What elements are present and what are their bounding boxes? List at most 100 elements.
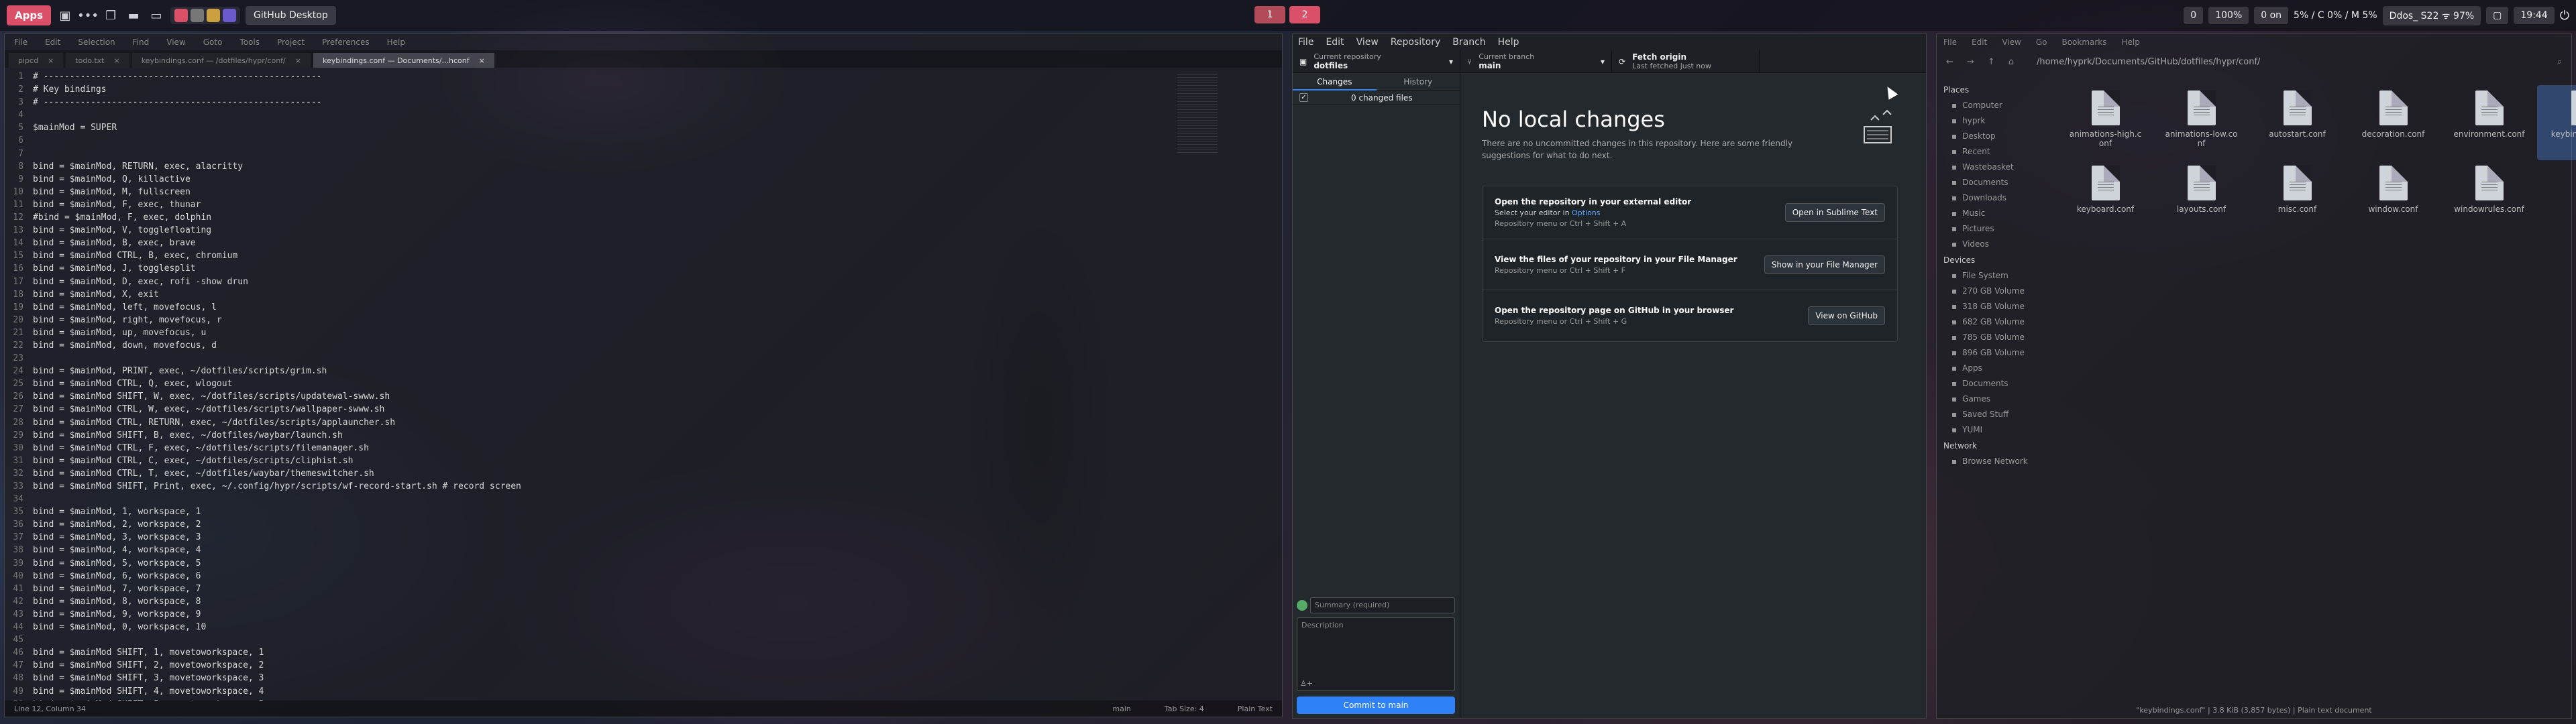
tab-todo[interactable]: todo.txt × [66,53,129,68]
close-icon[interactable]: × [48,56,54,65]
options-link[interactable]: Options [1572,208,1600,217]
file-item[interactable]: animations-low.conf [2153,85,2249,160]
gh-menu-view[interactable]: View [1356,37,1379,48]
file-item[interactable]: animations-high.conf [2057,85,2153,160]
code-line[interactable]: 25 bind = $mainMod CTRL, Q, exec, wlogout [5,377,1165,390]
code-line[interactable]: 31 bind = $mainMod CTRL, C, exec, ~/dotfi… [5,455,1165,467]
sidebar-item-devices[interactable]: ▪ 318 GB Volume [1937,298,2051,314]
menu-edit[interactable]: Edit [45,38,60,47]
code-line[interactable]: 32 bind = $mainMod CTRL, T, exec, ~/dotfi… [5,467,1165,480]
commit-button[interactable]: Commit to main [1297,697,1455,714]
code-line[interactable]: 43 bind = $mainMod, 9, workspace, 9 [5,608,1165,621]
app-icon-gray[interactable] [191,9,205,22]
screenshot-icon[interactable]: ▢ [2486,7,2509,24]
code-line[interactable]: 34 [5,493,1165,505]
code-area[interactable]: 1 # -------------------------------------… [5,70,1165,701]
file-item[interactable]: layouts.conf [2153,160,2249,235]
sidebar-item-devices[interactable]: ▪ 896 GB Volume [1937,345,2051,360]
current-repository-dropdown[interactable]: ▣ Current repository dotfiles ▾ [1293,50,1460,72]
fetch-origin-button[interactable]: ⟳ Fetch origin Last fetched just now [1612,50,1760,72]
fm-menu-file[interactable]: File [1943,38,1957,47]
file-item[interactable]: window.conf [2345,160,2441,235]
code-line[interactable]: 2 # Key bindings [5,83,1165,96]
code-line[interactable]: 42 bind = $mainMod, 8, workspace, 8 [5,595,1165,608]
sidebar-item-devices[interactable]: ▪ 785 GB Volume [1937,329,2051,345]
file-item[interactable]: misc.conf [2249,160,2345,235]
code-line[interactable]: 17 bind = $mainMod, D, exec, rofi -show d… [5,276,1165,288]
code-line[interactable]: 8 bind = $mainMod, RETURN, exec, alacritt… [5,160,1165,173]
power-icon[interactable]: ⏻ [2560,9,2569,23]
image-viewer-icon[interactable]: ▣ [56,7,74,24]
volume-indicator[interactable]: 100% [2208,7,2249,24]
gh-menu-repository[interactable]: Repository [1391,37,1440,48]
fm-menu-bookmarks[interactable]: Bookmarks [2061,38,2106,47]
code-line[interactable]: 9 bind = $mainMod, Q, killactive [5,173,1165,186]
sidebar-item-places[interactable]: ▪ hyprk [1937,113,2051,128]
sidebar-item-devices[interactable]: ▪ File System [1937,267,2051,283]
code-line[interactable]: 15 bind = $mainMod CTRL, B, exec, chromiu… [5,249,1165,262]
code-line[interactable]: 21 bind = $mainMod, up, movefocus, u [5,326,1165,339]
show-in-file-manager-button[interactable]: Show in your File Manager [1764,255,1885,274]
sidebar-item-places[interactable]: ▪ Recent [1937,143,2051,159]
code-line[interactable]: 47 bind = $mainMod SHIFT, 2, movetoworksp… [5,659,1165,672]
app-icon-yellow[interactable] [207,9,221,22]
select-all-checkbox[interactable]: ✓ [1299,93,1308,102]
sidebar-item-places[interactable]: ▪ Pictures [1937,221,2051,236]
sidebar-item-devices[interactable]: ▪ 270 GB Volume [1937,283,2051,298]
sidebar-item-devices[interactable]: ▪ Documents [1937,375,2051,391]
branch-status[interactable]: main [1112,705,1130,713]
code-line[interactable]: 7 [5,147,1165,160]
current-branch-dropdown[interactable]: ⑂ Current branch main ▾ [1460,50,1612,72]
clock[interactable]: 19:44 [2514,7,2555,24]
code-line[interactable]: 28 bind = $mainMod CTRL, RETURN, exec, ~/… [5,416,1165,429]
menu-tools[interactable]: Tools [239,38,260,47]
minimap[interactable] [1177,74,1218,155]
view-on-github-button[interactable]: View on GitHub [1808,306,1885,325]
close-icon[interactable]: × [295,56,301,65]
code-line[interactable]: 13 bind = $mainMod, V, togglefloating [5,224,1165,237]
folder-icon[interactable]: ▬ [125,7,142,24]
code-line[interactable]: 5 $mainMod = SUPER [5,121,1165,134]
window-icon[interactable]: ▭ [148,7,165,24]
code-line[interactable]: 12 #bind = $mainMod, F, exec, dolphin [5,211,1165,224]
gh-menu-branch[interactable]: Branch [1452,37,1485,48]
code-line[interactable]: 35 bind = $mainMod, 1, workspace, 1 [5,505,1165,518]
up-icon[interactable]: ↑ [1988,57,1995,67]
fm-menu-view[interactable]: View [2002,38,2021,47]
code-line[interactable]: 38 bind = $mainMod, 4, workspace, 4 [5,544,1165,556]
workspace-1[interactable]: 1 [1254,6,1285,23]
summary-input[interactable]: Summary (required) [1310,597,1455,613]
close-icon[interactable]: × [113,56,119,65]
file-item[interactable]: windowrules.conf [2441,160,2537,235]
menu-help[interactable]: Help [387,38,405,47]
apps-button[interactable]: Apps [7,5,52,25]
code-line[interactable]: 24 bind = $mainMod, PRINT, exec, ~/dotfil… [5,365,1165,377]
code-line[interactable]: 49 bind = $mainMod SHIFT, 4, movetoworksp… [5,685,1165,698]
sidebar-item-devices[interactable]: ▪ Games [1937,391,2051,406]
menu-file[interactable]: File [14,38,28,47]
menu-find[interactable]: Find [133,38,150,47]
tab-size[interactable]: Tab Size: 4 [1165,705,1204,713]
taskbar-github-desktop[interactable]: GitHub Desktop [246,6,336,25]
menu-goto[interactable]: Goto [203,38,223,47]
close-icon[interactable]: × [479,56,485,65]
code-line[interactable]: 16 bind = $mainMod, J, togglesplit [5,262,1165,275]
open-in-sublime-button[interactable]: Open in Sublime Text [1784,203,1885,222]
sidebar-item-places[interactable]: ▪ Wastebasket [1937,159,2051,174]
location-path[interactable]: /home/hyprk/Documents/GitHub/dotfiles/hy… [2037,57,2260,67]
tab-pipcd[interactable]: pipcd × [9,53,64,68]
code-line[interactable]: 48 bind = $mainMod SHIFT, 3, movetoworksp… [5,672,1165,684]
fm-menu-edit[interactable]: Edit [1972,38,1987,47]
code-line[interactable]: 40 bind = $mainMod, 6, workspace, 6 [5,570,1165,583]
sidebar-item-devices[interactable]: ▪ Saved Stuff [1937,406,2051,422]
code-line[interactable]: 36 bind = $mainMod, 2, workspace, 2 [5,518,1165,531]
tray-app-group[interactable] [170,7,241,24]
description-input[interactable]: Description ♙+ [1297,617,1455,691]
sidebar-item-places[interactable]: ▪ Documents [1937,174,2051,190]
files-icon[interactable]: ❐ [102,7,119,24]
code-line[interactable]: 19 bind = $mainMod, left, movefocus, l [5,301,1165,314]
sidebar-item-devices[interactable]: ▪ 682 GB Volume [1937,314,2051,329]
menu-preferences[interactable]: Preferences [322,38,370,47]
code-line[interactable]: 10 bind = $mainMod, M, fullscreen [5,186,1165,198]
app-icon-red[interactable] [174,9,189,22]
